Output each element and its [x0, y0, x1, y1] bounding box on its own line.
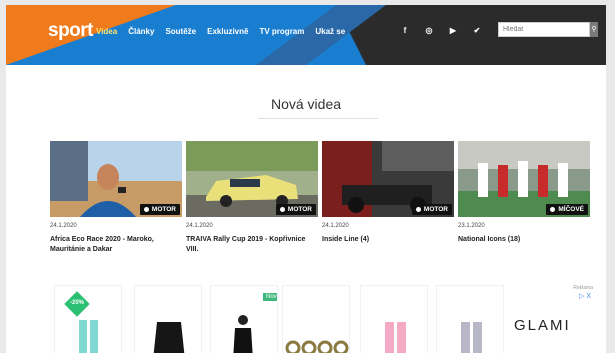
ad-product[interactable]	[134, 285, 202, 353]
ad-product[interactable]: -20%	[54, 285, 122, 353]
nav-tv-program[interactable]: TV program	[259, 27, 304, 36]
page-frame: sport Videa Články Soutěže Exkluzivně TV…	[6, 5, 606, 353]
search-box: ⚲	[498, 22, 598, 37]
video-thumbnail[interactable]: MOTOR	[186, 141, 318, 217]
nav-souteze[interactable]: Soutěže	[165, 27, 196, 36]
ad-banner[interactable]: -20% Nový Reklama ▷ X GLAMI	[50, 285, 606, 353]
instagram-icon[interactable]: ◎	[417, 26, 441, 36]
ad-label: Reklama	[573, 285, 593, 291]
nav-clanky[interactable]: Články	[128, 27, 154, 36]
section-title: Nová videa	[270, 96, 342, 112]
ad-product[interactable]: Nový	[210, 285, 278, 353]
video-date: 24.1.2020	[186, 223, 213, 229]
search-input[interactable]	[498, 22, 590, 37]
video-thumbnail[interactable]: MÍČOVÉ	[458, 141, 590, 217]
video-date: 24.1.2020	[322, 223, 349, 229]
video-date: 23.1.2020	[458, 223, 485, 229]
nav-exkluzivne[interactable]: Exkluzivně	[207, 27, 248, 36]
ad-choices-icon[interactable]: ▷ X	[579, 292, 591, 300]
search-button[interactable]: ⚲	[590, 22, 598, 37]
video-card[interactable]: MOTOR 24.1.2020 Inside Line (4)	[322, 141, 454, 255]
video-title[interactable]: Africa Eco Race 2020 - Maroko, Mauritáni…	[50, 235, 175, 255]
new-badge: Nový	[263, 293, 277, 301]
video-date: 24.1.2020	[50, 223, 77, 229]
youtube-icon[interactable]: ▶	[441, 26, 465, 36]
video-grid: MOTOR 24.1.2020 Africa Eco Race 2020 - M…	[50, 141, 594, 255]
search-icon: ⚲	[591, 26, 597, 33]
ad-product[interactable]	[436, 285, 504, 353]
video-title[interactable]: Inside Line (4)	[322, 235, 447, 245]
discount-badge: -20%	[69, 300, 84, 306]
twitter-icon[interactable]: ✔	[465, 26, 489, 36]
nav-ukaz-se[interactable]: Ukaž se	[315, 27, 345, 36]
ad-product[interactable]	[282, 285, 350, 353]
video-card[interactable]: MÍČOVÉ 23.1.2020 National Icons (18)	[458, 141, 590, 255]
video-title[interactable]: TRAIVA Rally Cup 2019 - Kopřivnice VIII.	[186, 235, 311, 255]
site-header: sport Videa Články Soutěže Exkluzivně TV…	[6, 5, 606, 65]
video-title[interactable]: National Icons (18)	[458, 235, 583, 245]
logo-text: sport	[48, 20, 94, 41]
nav-videa[interactable]: Videa	[96, 27, 117, 36]
category-badge: MOTOR	[139, 204, 180, 215]
sport-logo[interactable]: sport	[48, 20, 94, 42]
category-badge: MOTOR	[275, 204, 316, 215]
main-nav: Videa Články Soutěže Exkluzivně TV progr…	[96, 27, 356, 36]
title-divider	[258, 118, 378, 119]
category-badge: MÍČOVÉ	[546, 204, 588, 215]
facebook-icon[interactable]: f	[393, 26, 417, 36]
video-thumbnail[interactable]: MOTOR	[50, 141, 182, 217]
category-badge: MOTOR	[411, 204, 452, 215]
video-card[interactable]: MOTOR 24.1.2020 Africa Eco Race 2020 - M…	[50, 141, 182, 255]
ad-product[interactable]	[360, 285, 428, 353]
glami-logo[interactable]: GLAMI	[514, 317, 571, 334]
video-card[interactable]: MOTOR 24.1.2020 TRAIVA Rally Cup 2019 - …	[186, 141, 318, 255]
video-thumbnail[interactable]: MOTOR	[322, 141, 454, 217]
social-links: f ◎ ▶ ✔ ⌔	[393, 26, 513, 36]
